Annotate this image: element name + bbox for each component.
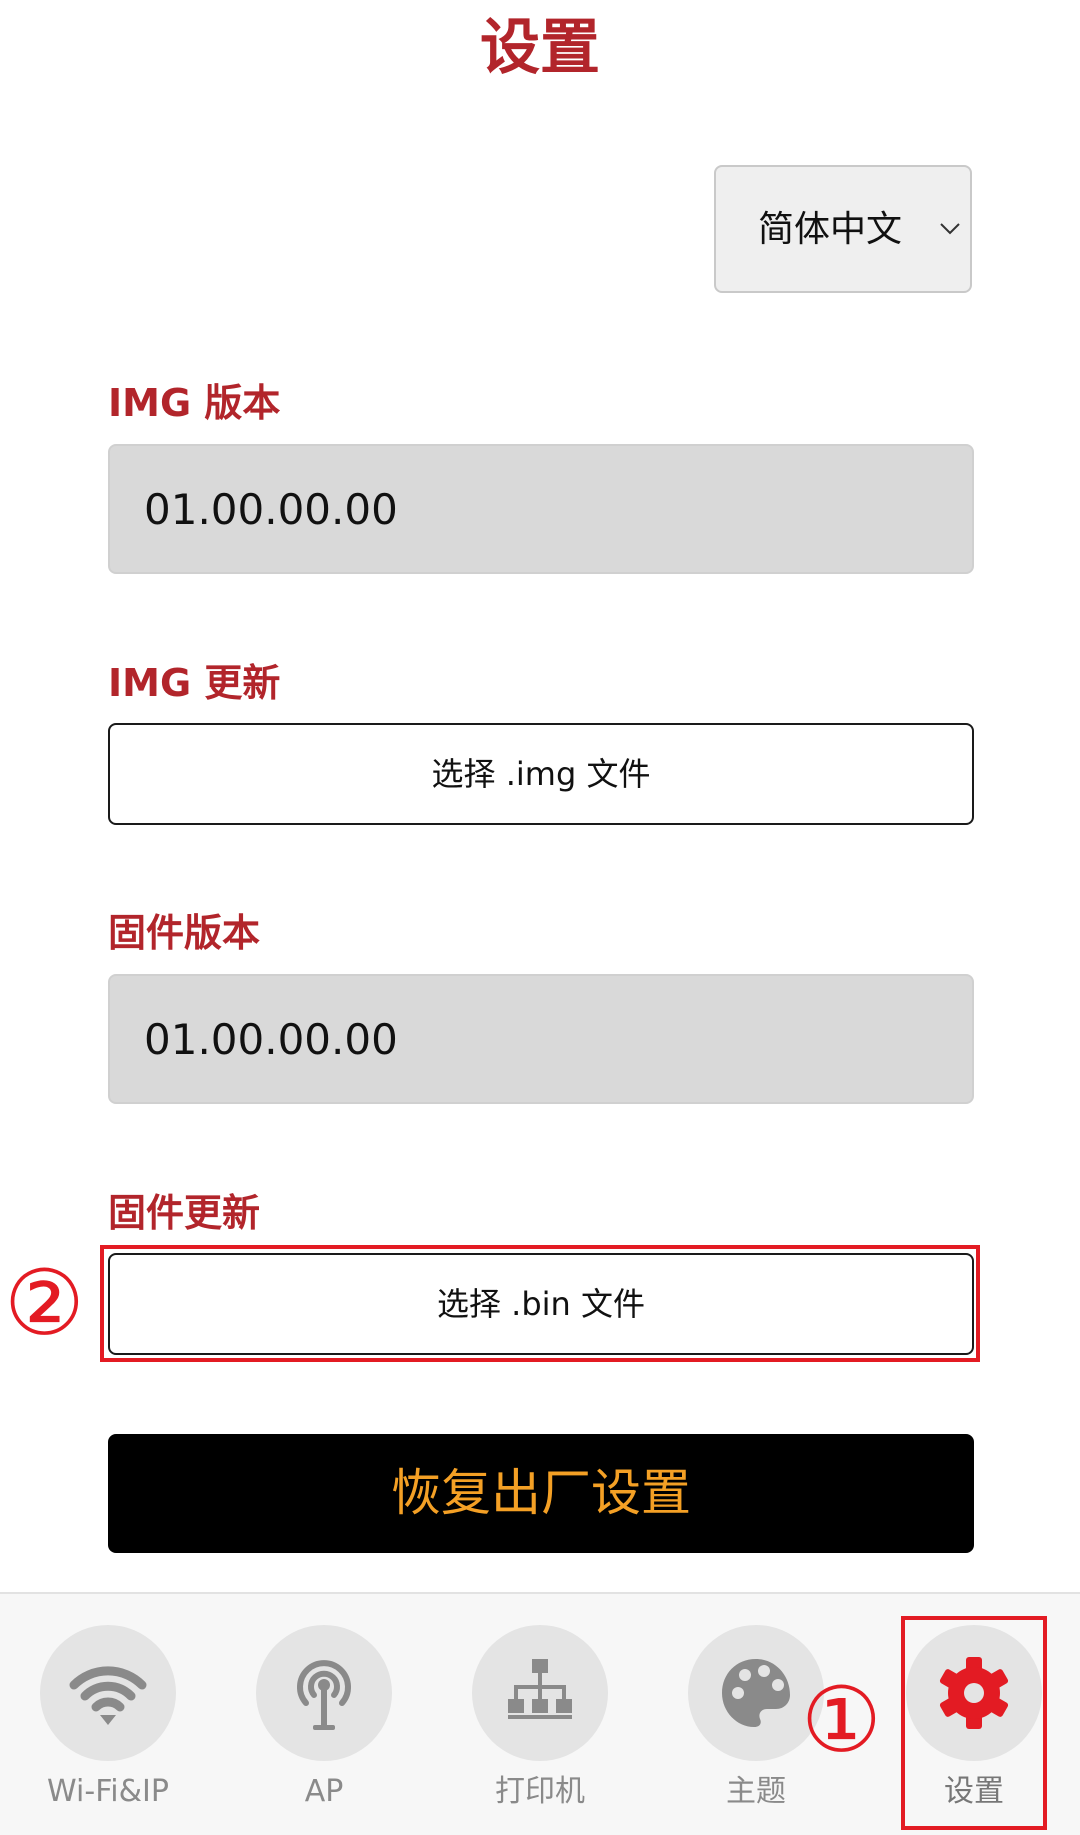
chevron-down-icon: [940, 223, 960, 235]
page-title: 设置: [480, 13, 600, 83]
factory-reset-button[interactable]: 恢复出厂设置: [108, 1434, 974, 1553]
step-2-marker: ②: [4, 1251, 85, 1356]
step-2-highlight-box: [100, 1245, 980, 1362]
firmware-update-label: 固件更新: [108, 1191, 261, 1235]
step-1-highlight-box: [901, 1616, 1047, 1830]
img-version-field: 01.00.00.00: [108, 444, 974, 574]
img-version-value: 01.00.00.00: [144, 485, 398, 534]
nav-icon-circle: [256, 1625, 392, 1761]
nav-item-wifi-ip[interactable]: Wi-Fi&IP: [18, 1594, 198, 1835]
nav-label: Wi-Fi&IP: [47, 1774, 169, 1809]
firmware-version-value: 01.00.00.00: [144, 1015, 398, 1064]
nav-icon-circle: [472, 1625, 608, 1761]
language-select-value: 简体中文: [758, 209, 903, 250]
language-select[interactable]: 简体中文: [714, 165, 972, 293]
choose-img-file-button[interactable]: 选择 .img 文件: [108, 723, 974, 825]
antenna-icon: [297, 1660, 351, 1730]
nav-label: 主题: [726, 1774, 786, 1809]
firmware-version-field: 01.00.00.00: [108, 974, 974, 1104]
img-update-label: IMG 更新: [108, 661, 281, 705]
nav-item-printer[interactable]: 打印机: [450, 1594, 630, 1835]
step-1-marker: ①: [801, 1668, 882, 1773]
nav-label: 打印机: [495, 1774, 585, 1809]
network-tree-icon: [508, 1659, 572, 1719]
wifi-icon: [69, 1666, 147, 1725]
img-version-label: IMG 版本: [108, 381, 281, 425]
firmware-version-label: 固件版本: [108, 911, 261, 955]
nav-item-ap[interactable]: AP: [234, 1594, 414, 1835]
palette-icon: [722, 1659, 790, 1727]
nav-icon-circle: [40, 1625, 176, 1761]
nav-label: AP: [304, 1774, 344, 1809]
